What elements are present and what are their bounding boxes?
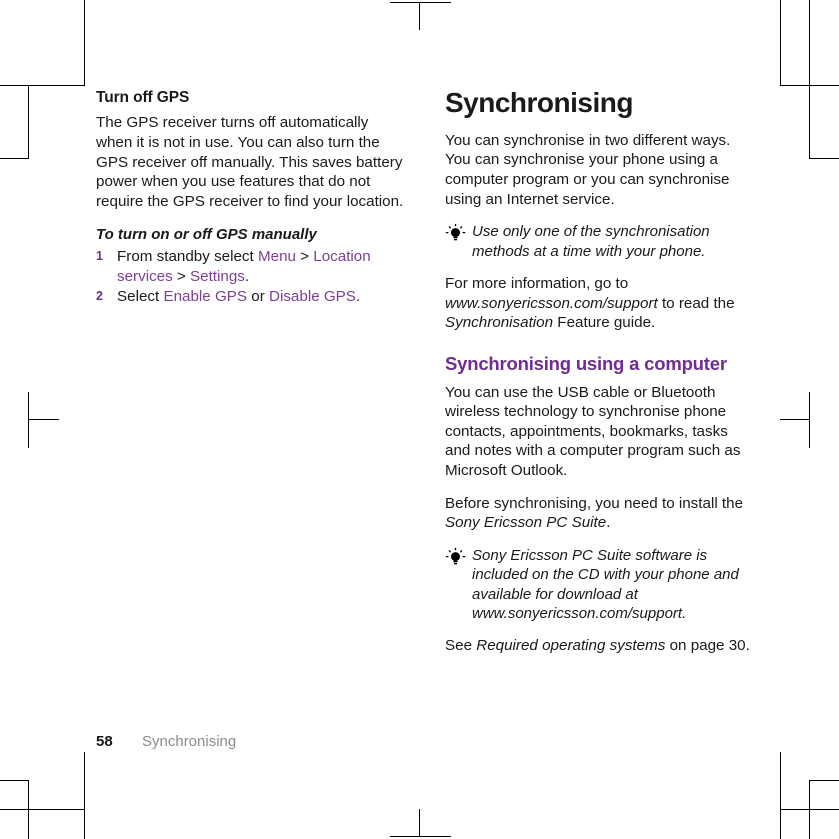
- tip-two-text: Sony Ericsson PC Suite software is inclu…: [472, 546, 739, 622]
- install-rich-text: Before synchronising, you need to instal…: [445, 494, 744, 532]
- crop-mark-bottom-center-horizontal: [390, 836, 451, 837]
- right-column: Synchronising You can synchronise in two…: [445, 87, 756, 669]
- step-2-text: Select Enable GPS or Disable GPS.: [117, 288, 361, 306]
- page-title: Synchronising: [445, 87, 633, 118]
- crop-mark-top-left-inner-horizontal: [0, 158, 29, 159]
- crop-mark-bottom-left-vertical: [84, 752, 85, 839]
- page-footer: 58 Synchronising: [96, 733, 236, 750]
- crop-mark-top-right-vertical: [780, 0, 781, 86]
- computer-sync-paragraph: You can use the USB cable or Bluetooth w…: [445, 383, 741, 480]
- crop-mark-middle-left-vertical: [28, 392, 29, 448]
- crop-mark-top-right-inner-horizontal: [809, 158, 839, 159]
- list-item: Select Enable GPS or Disable GPS.: [96, 287, 407, 307]
- crop-mark-middle-right-vertical: [809, 392, 810, 448]
- crop-mark-top-right-inner-vertical: [809, 0, 810, 86]
- crop-mark-bottom-right-inner-vertical: [809, 780, 810, 839]
- tip-note-two: Sony Ericsson PC Suite software is inclu…: [445, 546, 756, 623]
- lightbulb-icon: [445, 547, 466, 568]
- left-intro-paragraph: The GPS receiver turns off automatically…: [96, 114, 404, 210]
- procedure-heading: To turn on or off GPS manually: [96, 226, 317, 244]
- tip-note-one: Use only one of the synchronisation meth…: [445, 222, 756, 261]
- left-sub-heading: Turn off GPS: [96, 89, 190, 106]
- procedure-steps-list: From standby select Menu > Location serv…: [96, 247, 407, 307]
- crop-mark-top-center-vertical: [419, 2, 420, 30]
- crop-mark-middle-left-horizontal: [28, 419, 59, 420]
- crop-mark-bottom-left-inner-horizontal: [0, 780, 29, 781]
- crop-mark-top-center-horizontal: [390, 2, 451, 3]
- running-head: Synchronising: [142, 733, 237, 750]
- see-also-paragraph: See Required operating systems on page 3…: [445, 636, 756, 656]
- crop-mark-bottom-left-horizontal: [0, 809, 85, 810]
- crop-mark-middle-right-horizontal: [780, 419, 810, 420]
- install-pc-suite-paragraph: Before synchronising, you need to instal…: [445, 494, 756, 533]
- see-also-rich-text: See Required operating systems on page 3…: [445, 637, 750, 655]
- synchronising-intro-paragraph: You can synchronise in two different way…: [445, 131, 731, 208]
- crop-mark-top-right-inner-vertical-lower: [809, 85, 810, 159]
- page-number: 58: [96, 733, 113, 750]
- crop-mark-bottom-center-vertical: [419, 809, 420, 837]
- page-columns: Turn off GPS The GPS receiver turns off …: [96, 87, 756, 669]
- more-info-rich-text: For more information, go to www.sonyeric…: [445, 274, 735, 332]
- crop-mark-top-left-inner-vertical: [28, 85, 29, 159]
- tip-one-text: Use only one of the synchronisation meth…: [472, 223, 710, 260]
- crop-mark-bottom-right-inner-horizontal: [809, 780, 839, 781]
- section-heading-synchronising-using-a-computer: Synchronising using a computer: [445, 352, 727, 374]
- more-information-paragraph: For more information, go to www.sonyeric…: [445, 274, 756, 333]
- crop-mark-top-left-horizontal: [0, 85, 85, 86]
- manual-page: Turn off GPS The GPS receiver turns off …: [0, 0, 839, 839]
- crop-mark-bottom-right-vertical: [780, 752, 781, 839]
- step-1-text: From standby select Menu > Location serv…: [117, 247, 371, 285]
- crop-mark-top-left-vertical: [84, 0, 85, 86]
- lightbulb-icon: [445, 223, 466, 244]
- list-item: From standby select Menu > Location serv…: [96, 247, 407, 286]
- left-column: Turn off GPS The GPS receiver turns off …: [96, 88, 407, 308]
